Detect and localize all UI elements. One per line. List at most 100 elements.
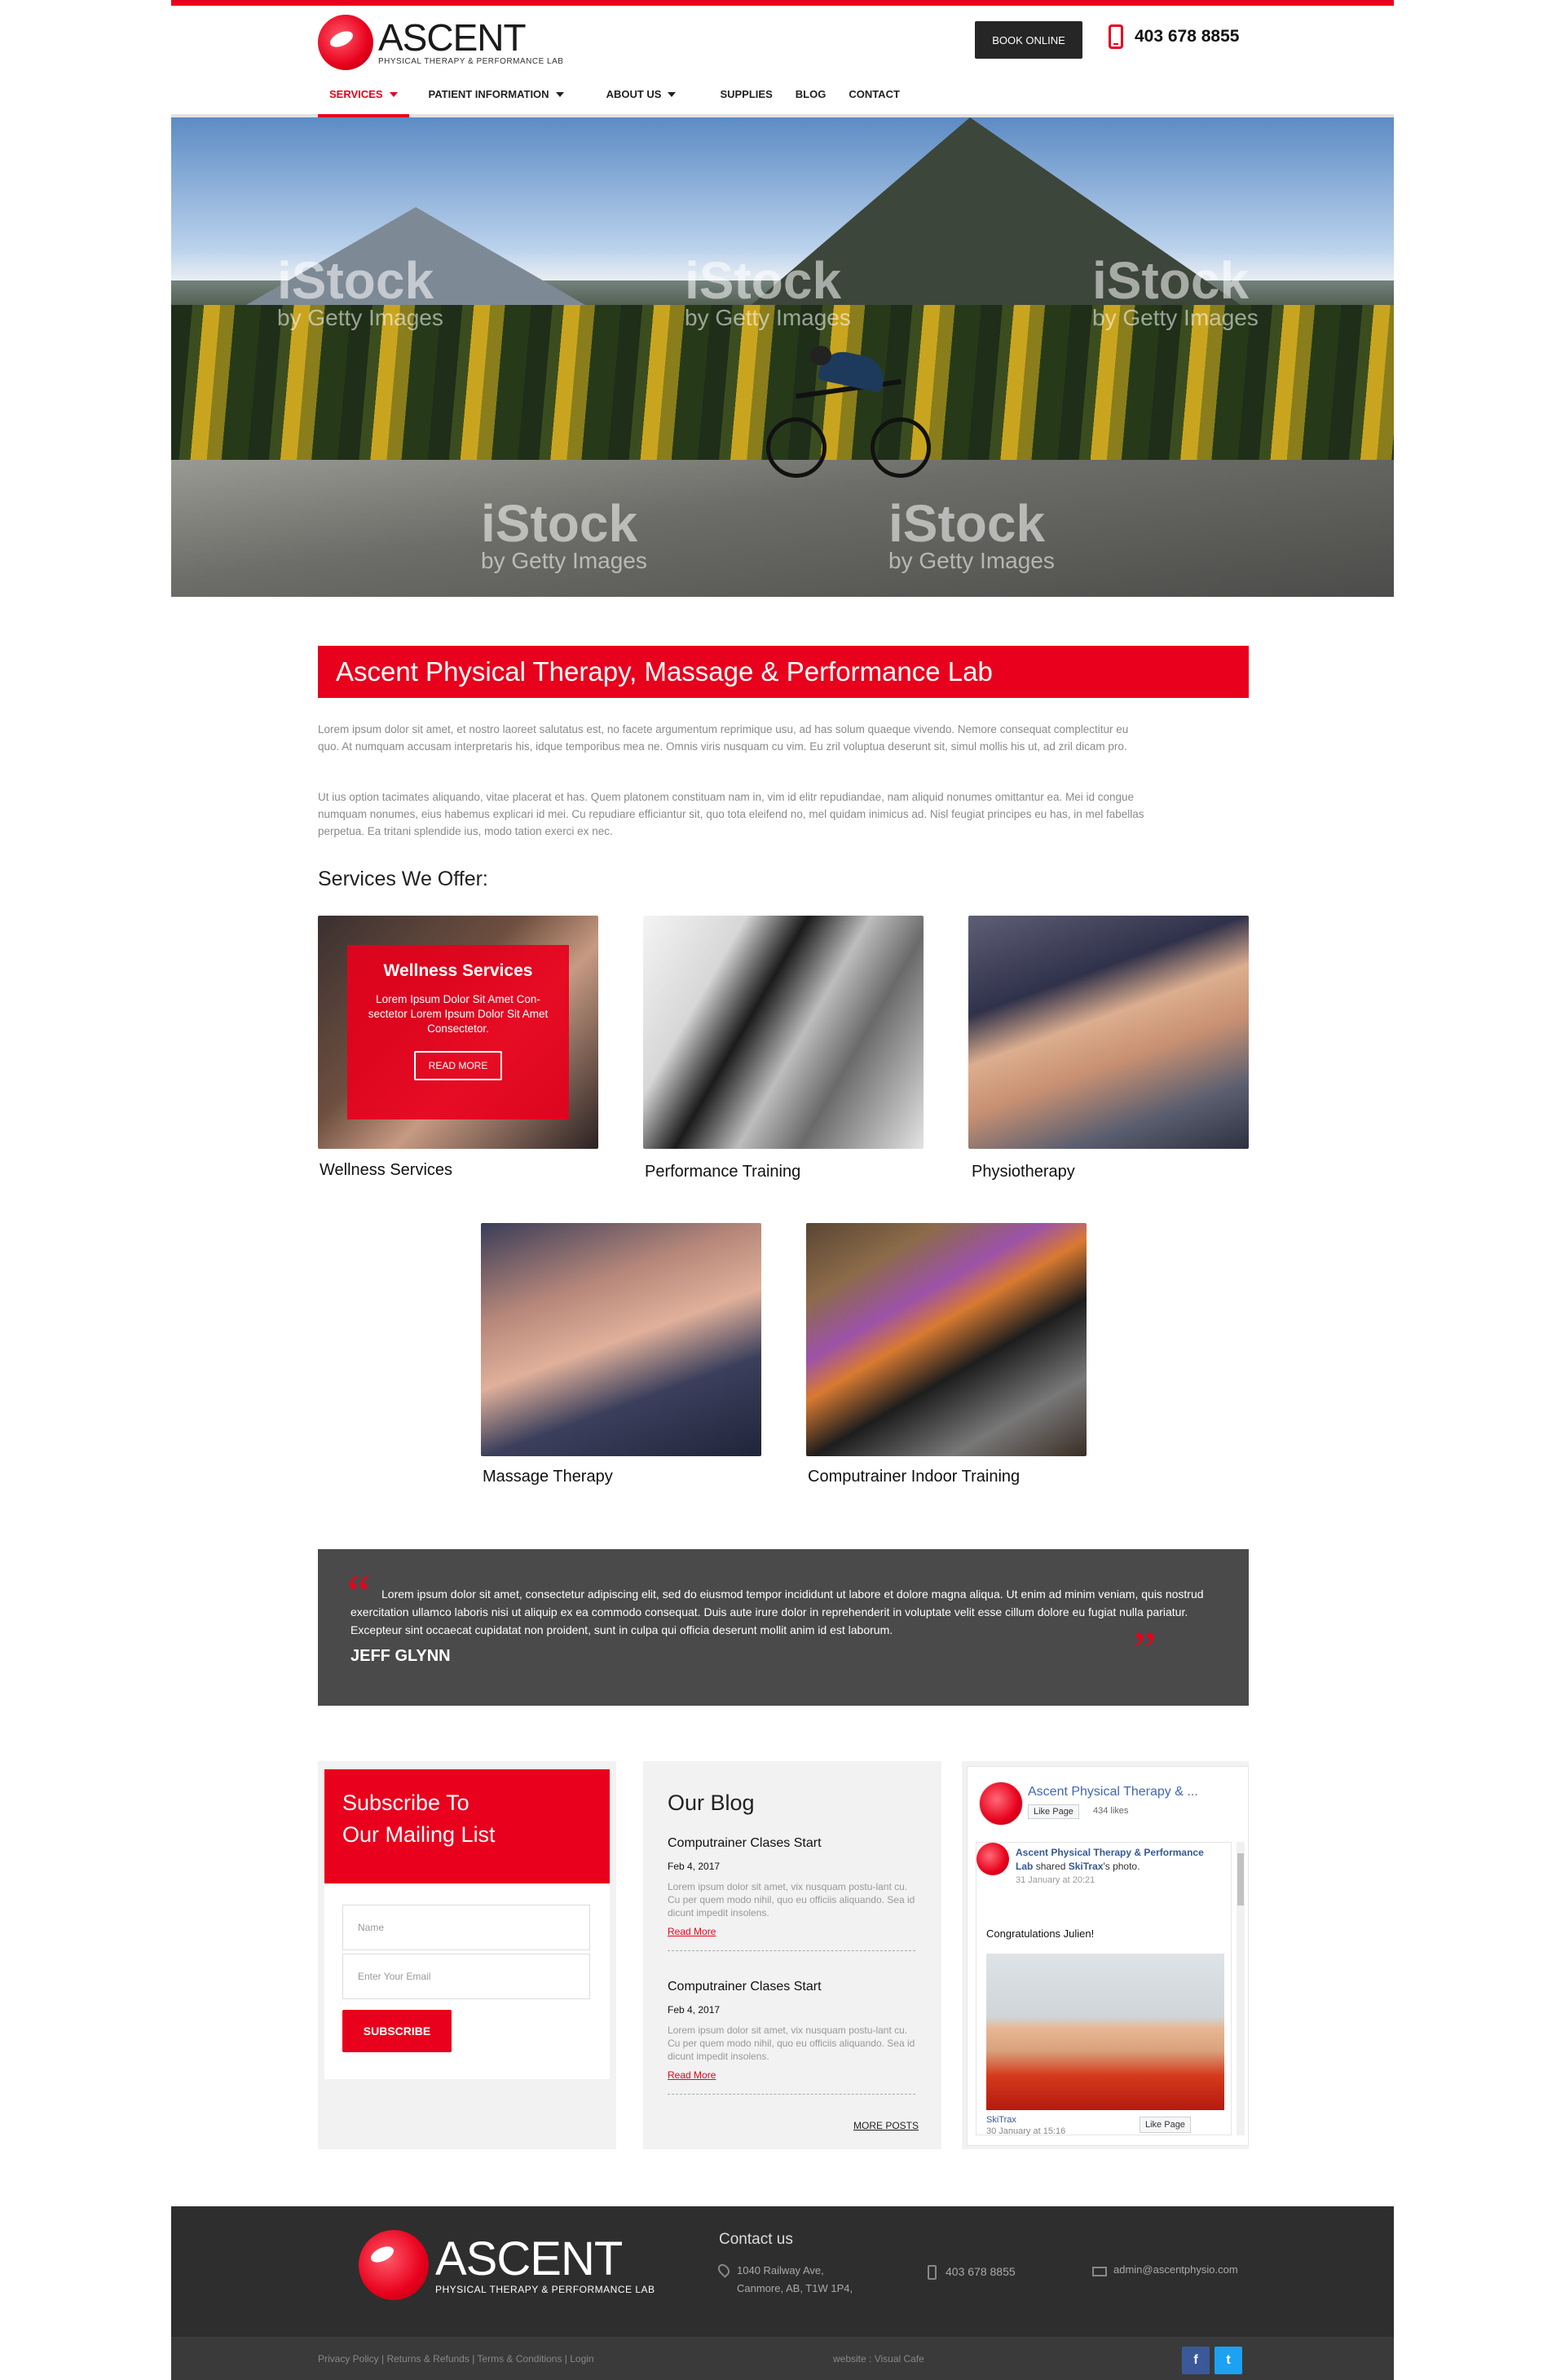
page-avatar[interactable] (979, 1782, 1023, 1826)
nav-item-services[interactable]: SERVICES (318, 80, 409, 117)
facebook-widget: Ascent Physical Therapy & ... Like Page … (967, 1766, 1249, 2146)
book-online-button[interactable]: BOOK ONLINE (975, 21, 1082, 59)
nav-item-patient-information[interactable]: PATIENT INFORMATION (417, 80, 575, 117)
mobile-phone-icon (1109, 24, 1123, 49)
map-pin-icon (716, 2262, 732, 2278)
services-heading: Services We Offer: (318, 868, 488, 890)
nav-item-supplies[interactable]: SUPPLIES (708, 80, 783, 117)
site-logo[interactable]: ASCENT PHYSICAL THERAPY & PERFORMANCE LA… (318, 13, 563, 72)
post-action: shared (1035, 1861, 1066, 1872)
footer-links[interactable]: Privacy Policy | Returns & Refunds | Ter… (318, 2353, 594, 2365)
subscribe-button[interactable]: SUBSCRIBE (342, 2010, 452, 2052)
service-card-computrainer[interactable] (806, 1223, 1087, 1456)
logo-mark-icon (318, 15, 373, 70)
footer-logo[interactable]: ASCENT PHYSICAL THERAPY & PERFORMANCE LA… (359, 2230, 655, 2300)
nav-item-blog[interactable]: BLOG (784, 80, 838, 117)
subscribe-widget: Subscribe To Our Mailing List Name Enter… (324, 1769, 610, 2079)
photo-like-page-button[interactable]: Like Page (1140, 2117, 1191, 2133)
footer-logo-tagline: PHYSICAL THERAPY & PERFORMANCE LAB (435, 2284, 655, 2295)
service-label-physiotherapy[interactable]: Physiotherapy (972, 1163, 1075, 1181)
footer-phone[interactable]: 403 678 8855 (946, 2265, 1016, 2278)
service-card-performance[interactable] (643, 916, 924, 1149)
subscribe-title-line1: Subscribe To (342, 1791, 470, 1815)
footer-logo-name: ASCENT (435, 2232, 623, 2285)
site-credit[interactable]: website : Visual Cafe (833, 2353, 924, 2365)
photo-date: 30 January at 15:16 (986, 2126, 1066, 2136)
blog-post-excerpt: Lorem ipsum dolor sit amet, vix nusquam … (668, 2025, 915, 2062)
facebook-icon[interactable]: f (1182, 2347, 1210, 2374)
main-nav: SERVICES PATIENT INFORMATION ABOUT US SU… (318, 80, 911, 117)
nav-item-about-us[interactable]: ABOUT US (595, 80, 688, 117)
envelope-icon (1092, 2267, 1107, 2276)
service-card-physiotherapy[interactable] (968, 916, 1249, 1149)
service-label-wellness[interactable]: Wellness Services (320, 1161, 452, 1180)
nav-label: PATIENT INFORMATION (428, 88, 549, 100)
blog-post-excerpt: Lorem ipsum dolor sit amet, vix nusquam … (668, 1881, 915, 1919)
testimonial-panel: “ Lorem ipsum dolor sit amet, consectetu… (318, 1549, 1249, 1706)
sub-footer: Privacy Policy | Returns & Refunds | Ter… (171, 2337, 1394, 2380)
photo-source[interactable]: SkiTrax (986, 2115, 1016, 2125)
post-author-line: Ascent Physical Therapy & Performance La… (1016, 1846, 1211, 1888)
post-divider (668, 2094, 915, 2095)
read-more-link[interactable]: Read More (668, 1926, 915, 1937)
caret-down-icon (555, 92, 564, 97)
like-count: 434 likes (1093, 1806, 1129, 1816)
intro-paragraph-2: Ut ius option tacimates aliquando, vitae… (318, 791, 1144, 837)
overlay-text: Lorem Ipsum Dolor Sit Amet Con-sectetor … (368, 993, 549, 1035)
watermark: iStock by Getty Images (1092, 251, 1259, 330)
service-card-wellness[interactable]: Wellness Services Lorem Ipsum Dolor Sit … (318, 916, 598, 1149)
logo-name: ASCENT (378, 16, 527, 59)
service-label-computrainer[interactable]: Computrainer Indoor Training (808, 1468, 1020, 1486)
blog-post-title[interactable]: Computrainer Clases Start (668, 1836, 915, 1851)
overlay-title: Wellness Services (383, 961, 533, 980)
intro-title: Ascent Physical Therapy, Massage & Perfo… (318, 646, 1249, 698)
facebook-page-name[interactable]: Ascent Physical Therapy & ... (1028, 1785, 1198, 1799)
hero-image: iStock by Getty Images iStock by Getty Ima… (171, 117, 1394, 597)
caret-down-icon (389, 92, 398, 97)
post-shared-from[interactable]: SkiTrax (1069, 1861, 1104, 1872)
watermark: iStock by Getty Images (481, 494, 647, 573)
blog-post-title[interactable]: Computrainer Clases Start (668, 1980, 915, 1994)
post-avatar[interactable] (976, 1843, 1009, 1875)
address-line-1: 1040 Railway Ave, (737, 2264, 824, 2276)
address-line-2: Canmore, AB, T1W 1P4, (737, 2282, 853, 2294)
logo-mark-icon (359, 2230, 429, 2300)
read-more-button[interactable]: READ MORE (413, 1051, 503, 1080)
nav-item-contact[interactable]: CONTACT (837, 80, 911, 117)
post-divider (668, 1950, 915, 1951)
nav-label: ABOUT US (606, 88, 662, 100)
testimonial-author: JEFF GLYNN (350, 1647, 451, 1665)
facebook-post: Ascent Physical Therapy & Performance La… (976, 1842, 1232, 2136)
watermark: iStock by Getty Images (277, 251, 443, 330)
subscribe-title-line2: Our Mailing List (342, 1822, 496, 1847)
read-more-link[interactable]: Read More (668, 2069, 915, 2081)
contact-heading: Contact us (719, 2231, 793, 2248)
logo-tagline: PHYSICAL THERAPY & PERFORMANCE LAB (378, 57, 564, 66)
footer-email[interactable]: admin@ascentphysio.com (1113, 2263, 1238, 2276)
twitter-icon[interactable]: t (1215, 2347, 1242, 2374)
post-photo[interactable] (986, 1954, 1224, 2110)
post-action-end: 's photo. (1103, 1861, 1140, 1872)
blog-widget: Our Blog Computrainer Clases Start Feb 4… (643, 1761, 941, 2149)
blog-post-date: Feb 4, 2017 (668, 2004, 721, 2016)
cyclist-figure (742, 346, 954, 484)
like-page-button[interactable]: Like Page (1028, 1804, 1079, 1819)
service-card-massage[interactable] (481, 1223, 761, 1456)
header-phone[interactable]: 403 678 8855 (1109, 24, 1239, 49)
service-hover-overlay: Wellness Services Lorem Ipsum Dolor Sit … (347, 945, 569, 1119)
blog-post: Computrainer Clases Start Feb 4, 2017 Lo… (668, 1836, 915, 1951)
blog-post-date: Feb 4, 2017 (668, 1861, 721, 1872)
intro-paragraph-1: Lorem ipsum dolor sit amet, et nostro la… (318, 723, 1129, 753)
service-label-massage[interactable]: Massage Therapy (483, 1468, 613, 1486)
top-accent-line (171, 0, 1394, 6)
post-message: Congratulations Julien! (986, 1927, 1095, 1940)
service-label-performance[interactable]: Performance Training (645, 1163, 800, 1181)
watermark: iStock by Getty Images (888, 494, 1055, 573)
testimonial-text: Lorem ipsum dolor sit amet, consectetur … (350, 1587, 1204, 1636)
email-field[interactable]: Enter Your Email (342, 1954, 590, 1999)
more-posts-link[interactable]: MORE POSTS (853, 2120, 919, 2131)
widget-scrollbar[interactable] (1237, 1842, 1245, 2135)
name-field[interactable]: Name (342, 1905, 590, 1950)
quote-close-icon: ” (1133, 1621, 1157, 1679)
facebook-page-header: Ascent Physical Therapy & ... Like Page … (979, 1782, 1240, 1830)
